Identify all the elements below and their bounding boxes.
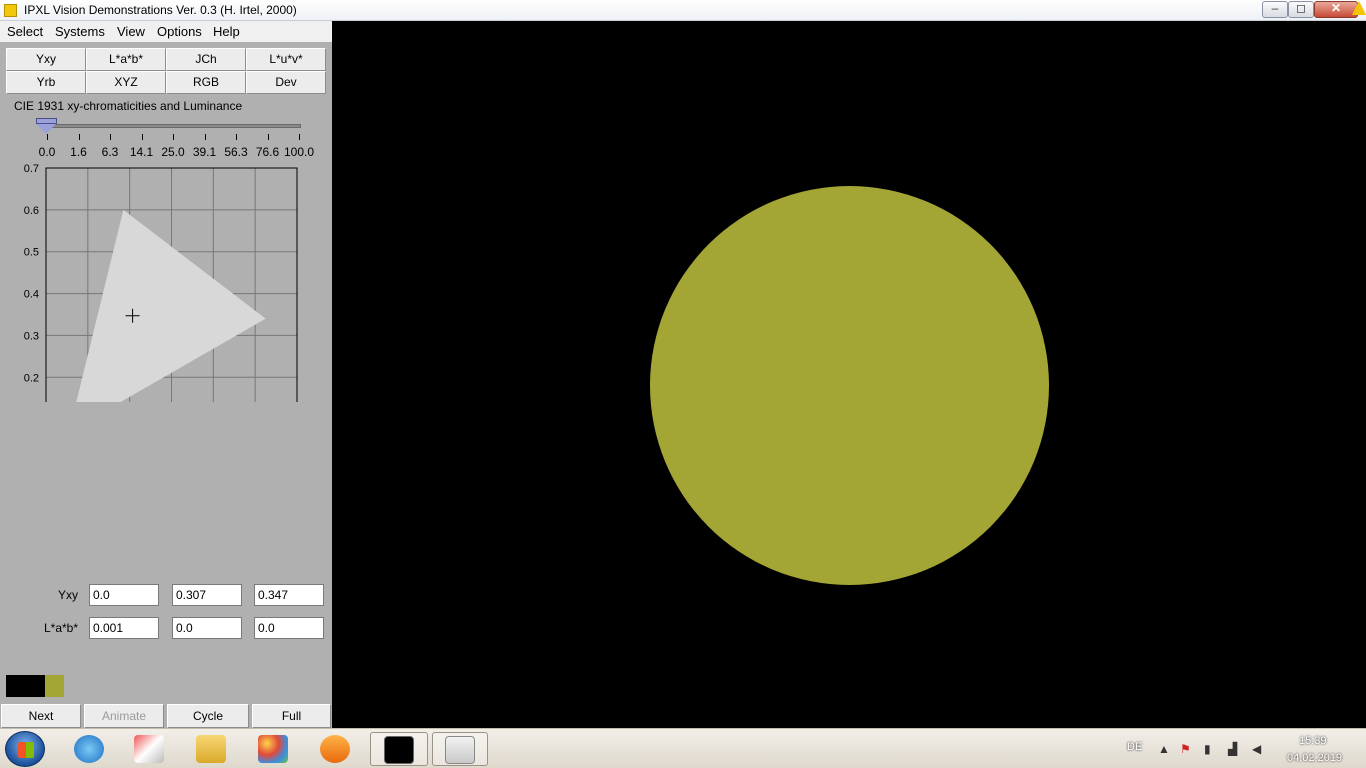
language-indicator[interactable]: DE — [1127, 741, 1142, 753]
slider-tick — [204, 134, 206, 140]
system-jch-button[interactable]: JCh — [166, 48, 246, 71]
y-tick-label: 0.6 — [24, 205, 39, 217]
start-button[interactable] — [5, 731, 45, 767]
control-panel: Yxy L*a*b* JCh L*u*v* Yrb XYZ RGB Dev CI… — [0, 42, 332, 730]
window-title: IPXL Vision Demonstrations Ver. 0.3 (H. … — [24, 3, 297, 17]
system-yrb-button[interactable]: Yrb — [6, 71, 86, 94]
slider-tick — [47, 134, 48, 140]
maximize-button[interactable]: ◻ — [1288, 1, 1314, 18]
chromaticity-diagram[interactable]: 0.00.10.20.30.40.50.60.7 0.10.20.30.40.5… — [0, 162, 332, 402]
slider-tick-label: 6.3 — [101, 145, 119, 159]
system-xyz-button[interactable]: XYZ — [86, 71, 166, 94]
volume-icon[interactable]: ◀ — [1252, 743, 1266, 755]
y-tick-label: 0.7 — [24, 163, 39, 175]
app-icon — [4, 4, 17, 17]
menu-systems[interactable]: Systems — [55, 24, 105, 39]
action-center-icon[interactable]: ⚑ — [1180, 743, 1194, 755]
y-axis-labels: 0.00.10.20.30.40.50.60.7 — [24, 163, 39, 384]
slider-tick-label: 0.0 — [38, 145, 56, 159]
y-tick-label: 0.3 — [24, 330, 39, 342]
yxy-y-field[interactable] — [89, 584, 159, 606]
animate-button[interactable]: Animate — [84, 704, 164, 728]
command-prompt-icon[interactable] — [370, 732, 428, 766]
y-tick-label: 0.5 — [24, 247, 39, 259]
system-yxy-button[interactable]: Yxy — [6, 48, 86, 71]
system-rgb-button[interactable]: RGB — [166, 71, 246, 94]
paint-icon[interactable] — [248, 732, 300, 766]
minimize-icon: – — [1271, 1, 1279, 15]
lab-b-field[interactable] — [254, 617, 324, 639]
slider-tick — [267, 134, 269, 140]
snipping-tool-icon[interactable] — [124, 732, 176, 766]
system-dev-button[interactable]: Dev — [246, 71, 326, 94]
lab-label: L*a*b* — [43, 621, 78, 635]
minimize-button[interactable]: – — [1262, 1, 1288, 18]
system-luv-button[interactable]: L*u*v* — [246, 48, 326, 71]
slider-tick — [78, 134, 80, 140]
show-hidden-icons-icon[interactable]: ▲ — [1158, 743, 1172, 755]
slider-tick — [173, 134, 174, 140]
maximize-icon: ◻ — [1296, 1, 1306, 15]
slider-tick-label: 39.1 — [192, 145, 217, 159]
menu-help[interactable]: Help — [213, 24, 240, 39]
slider-tick-label: 14.1 — [129, 145, 154, 159]
power-icon[interactable]: ▮ — [1204, 743, 1218, 755]
warning-icon[interactable] — [1352, 1, 1366, 15]
yxy-x-field[interactable] — [172, 584, 242, 606]
network-icon[interactable]: ▟ — [1228, 743, 1242, 755]
taskbar: DE ▲ ⚑ ▮ ▟ ◀ 15:39 04.02.2019 — [0, 728, 1366, 768]
yxy-yc-field[interactable] — [254, 584, 324, 606]
luminance-slider-track[interactable] — [40, 124, 301, 128]
slider-tick — [236, 134, 237, 140]
menu-view[interactable]: View — [117, 24, 145, 39]
slider-tick-label: 1.6 — [70, 145, 87, 159]
cycle-button[interactable]: Cycle — [167, 704, 249, 728]
file-explorer-icon[interactable] — [186, 732, 238, 766]
clock-time[interactable]: 15:39 — [1299, 735, 1327, 747]
background-color-swatch[interactable] — [6, 675, 45, 697]
slider-tick-label: 100.0 — [283, 145, 315, 159]
java-icon[interactable] — [432, 732, 488, 766]
slider-tick — [141, 134, 143, 140]
full-button[interactable]: Full — [252, 704, 331, 728]
windows-logo-icon — [18, 742, 34, 758]
slider-tick-label: 56.3 — [224, 145, 248, 159]
title-bar: IPXL Vision Demonstrations Ver. 0.3 (H. … — [0, 0, 1366, 21]
media-player-icon[interactable] — [310, 732, 362, 766]
slider-tick — [110, 134, 111, 140]
y-tick-label: 0.4 — [24, 289, 39, 301]
stimulus-display — [332, 42, 1366, 730]
color-stimulus-disc — [650, 186, 1049, 585]
lab-a-field[interactable] — [172, 617, 242, 639]
system-lab-button[interactable]: L*a*b* — [86, 48, 166, 71]
slider-tick-label: 76.6 — [255, 145, 280, 159]
menu-select[interactable]: Select — [7, 24, 43, 39]
slider-tick-label: 25.0 — [161, 145, 185, 159]
internet-explorer-icon[interactable] — [64, 732, 116, 766]
close-icon: ✕ — [1330, 1, 1342, 15]
y-tick-label: 0.2 — [24, 372, 39, 384]
yxy-label: Yxy — [57, 588, 78, 602]
system-description: CIE 1931 xy-chromaticities and Luminance — [14, 99, 243, 113]
stimulus-color-swatch[interactable] — [45, 675, 64, 697]
clock-date[interactable]: 04.02.2019 — [1287, 752, 1342, 764]
next-button[interactable]: Next — [1, 704, 81, 728]
menu-bar: Select Systems View Options Help — [0, 21, 332, 42]
slider-tick — [299, 134, 300, 140]
menu-options[interactable]: Options — [157, 24, 202, 39]
lab-l-field[interactable] — [89, 617, 159, 639]
